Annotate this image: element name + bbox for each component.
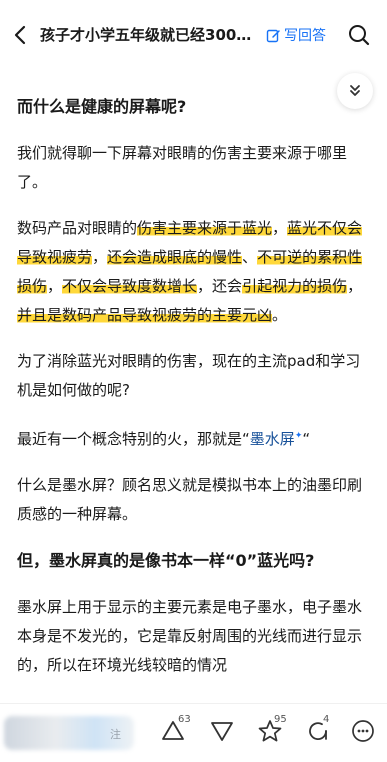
search-icon[interactable]	[347, 23, 371, 47]
blurred-label: 注	[110, 728, 121, 741]
paragraph: 什么是墨水屏？顾名思义就是模拟书本上的油墨印刷质感的一种屏幕。	[17, 476, 363, 523]
back-arrow-icon[interactable]	[10, 24, 32, 46]
answer-content: 而什么是健康的屏幕呢? 我们就得聊一下屏幕对眼睛的伤害主要来源于哪里了。 数码产…	[17, 92, 367, 697]
section-heading: 但，墨水屏真的是像书本一样“0”蓝光吗?	[17, 551, 315, 570]
keyword-link[interactable]: 墨水屏	[250, 430, 295, 448]
highlight: 伤害主要来源于蓝光	[137, 219, 273, 237]
highlight: 并且是数码产品导致视疲劳的主要元凶	[17, 306, 273, 324]
highlight: 还会造成眼底的慢性	[107, 248, 243, 266]
question-title[interactable]: 孩子才小学五年级就已经300…	[40, 26, 258, 44]
agree-count: 63	[178, 714, 191, 725]
highlight: 不仅会导致度数增长	[62, 277, 198, 295]
section-heading: 而什么是健康的屏幕呢?	[17, 97, 187, 116]
more-icon[interactable]	[350, 718, 376, 744]
paragraph-highlighted: 数码产品对眼睛的伤害主要来源于蓝光，蓝光不仅会导致视疲劳，还会造成眼底的慢性、不…	[17, 219, 363, 324]
paragraph: 墨水屏上用于显示的主要元素是电子墨水，电子墨水本身是不发光的，它是靠反射周围的光…	[17, 598, 363, 674]
star-count: 95	[274, 714, 287, 725]
paragraph: 为了消除蓝光对眼睛的伤害，现在的主流pad和学习机是如何做的呢?	[17, 352, 361, 399]
top-bar: 孩子才小学五年级就已经300… 写回答	[0, 0, 387, 68]
bottom-action-bar: 注 63 95 4	[0, 703, 387, 762]
edit-icon	[266, 29, 280, 42]
highlight: 引起视力的损伤	[242, 277, 348, 295]
downvote-icon[interactable]	[209, 718, 235, 744]
write-answer-label: 写回答	[284, 28, 326, 44]
paragraph-with-link: 最近有一个概念特别的火，那就是“墨水屏✦“	[17, 430, 311, 448]
paragraph: 我们就得聊一下屏幕对眼睛的伤害主要来源于哪里了。	[17, 144, 348, 191]
write-answer-button[interactable]: 写回答	[266, 25, 326, 45]
comment-count: 4	[323, 714, 330, 725]
